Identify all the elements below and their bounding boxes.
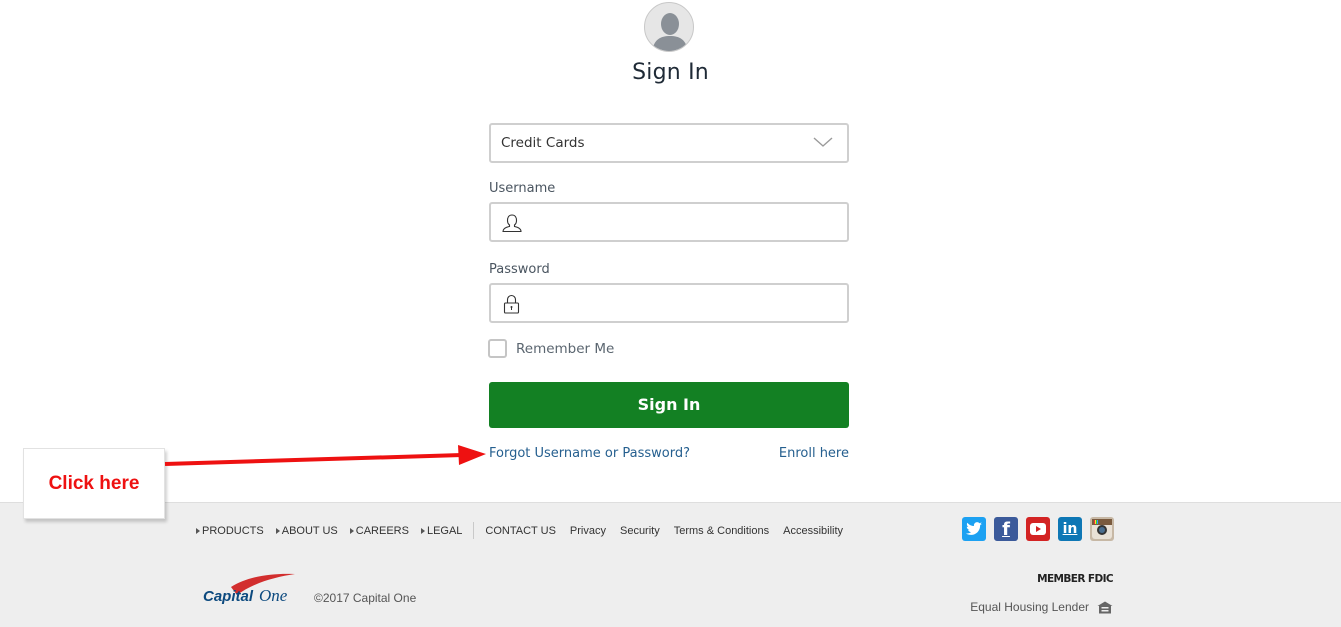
annotation-callout-text: Click here xyxy=(48,472,140,494)
youtube-icon[interactable] xyxy=(1026,517,1050,541)
social-links: f in xyxy=(962,517,1122,541)
annotation-callout: Click here xyxy=(23,448,165,519)
footer-link-terms[interactable]: Terms & Conditions xyxy=(674,525,769,537)
svg-text:Capital: Capital xyxy=(203,588,254,605)
username-label: Username xyxy=(489,181,556,196)
footer: PRODUCTS ABOUT US CAREERS LEGAL CONTACT … xyxy=(0,502,1341,627)
password-input[interactable] xyxy=(531,289,841,317)
copyright-text: ©2017 Capital One xyxy=(314,591,417,605)
username-field[interactable] xyxy=(489,202,849,242)
user-icon xyxy=(502,214,522,233)
instagram-icon[interactable] xyxy=(1090,517,1114,541)
caret-right-icon xyxy=(420,527,425,534)
account-type-value: Credit Cards xyxy=(501,135,585,151)
footer-link-security[interactable]: Security xyxy=(620,525,660,537)
svg-text:One: One xyxy=(259,586,288,605)
caret-right-icon xyxy=(196,527,200,534)
twitter-icon[interactable] xyxy=(962,517,986,541)
remember-me-checkbox[interactable] xyxy=(488,339,507,358)
footer-nav-products[interactable]: PRODUCTS xyxy=(196,525,264,537)
footer-nav-label: ABOUT US xyxy=(281,524,338,537)
footer-divider xyxy=(473,522,475,539)
page: Sign In Credit Cards Username Password R… xyxy=(0,0,1341,627)
equal-housing-icon xyxy=(1097,601,1113,613)
password-label: Password xyxy=(489,262,550,277)
avatar-icon xyxy=(644,2,694,52)
sign-in-button[interactable]: Sign In xyxy=(489,382,849,428)
footer-link-accessibility[interactable]: Accessibility xyxy=(783,525,843,537)
enroll-link[interactable]: Enroll here xyxy=(779,446,849,461)
caret-right-icon xyxy=(349,527,354,534)
caret-right-icon xyxy=(275,527,280,534)
member-fdic-text: MEMBER FDIC xyxy=(1037,573,1113,585)
capital-one-logo[interactable]: Capital One xyxy=(203,573,303,607)
equal-housing-text: Equal Housing Lender xyxy=(970,600,1089,614)
footer-link-contact-us[interactable]: CONTACT US xyxy=(485,525,556,537)
footer-nav: PRODUCTS ABOUT US CAREERS LEGAL CONTACT … xyxy=(196,522,857,539)
remember-me-label: Remember Me xyxy=(516,340,615,357)
page-title: Sign In xyxy=(632,60,709,85)
forgot-credentials-link[interactable]: Forgot Username or Password? xyxy=(489,446,690,461)
footer-nav-legal[interactable]: LEGAL xyxy=(420,524,463,537)
remember-me[interactable]: Remember Me xyxy=(488,339,614,358)
footer-nav-label: CAREERS xyxy=(355,524,409,537)
password-field[interactable] xyxy=(489,283,849,323)
linkedin-icon[interactable]: in xyxy=(1058,517,1082,541)
account-type-select[interactable]: Credit Cards xyxy=(489,123,849,163)
facebook-icon[interactable]: f xyxy=(994,517,1018,541)
footer-link-privacy[interactable]: Privacy xyxy=(570,525,606,537)
footer-nav-label: LEGAL xyxy=(426,524,463,537)
footer-nav-about-us[interactable]: ABOUT US xyxy=(275,524,338,537)
chevron-down-icon xyxy=(813,137,833,147)
equal-housing-lender: Equal Housing Lender xyxy=(970,600,1113,614)
lock-icon xyxy=(503,294,520,314)
username-input[interactable] xyxy=(531,208,841,236)
footer-nav-label: PRODUCTS xyxy=(202,524,264,537)
footer-nav-careers[interactable]: CAREERS xyxy=(349,524,409,537)
